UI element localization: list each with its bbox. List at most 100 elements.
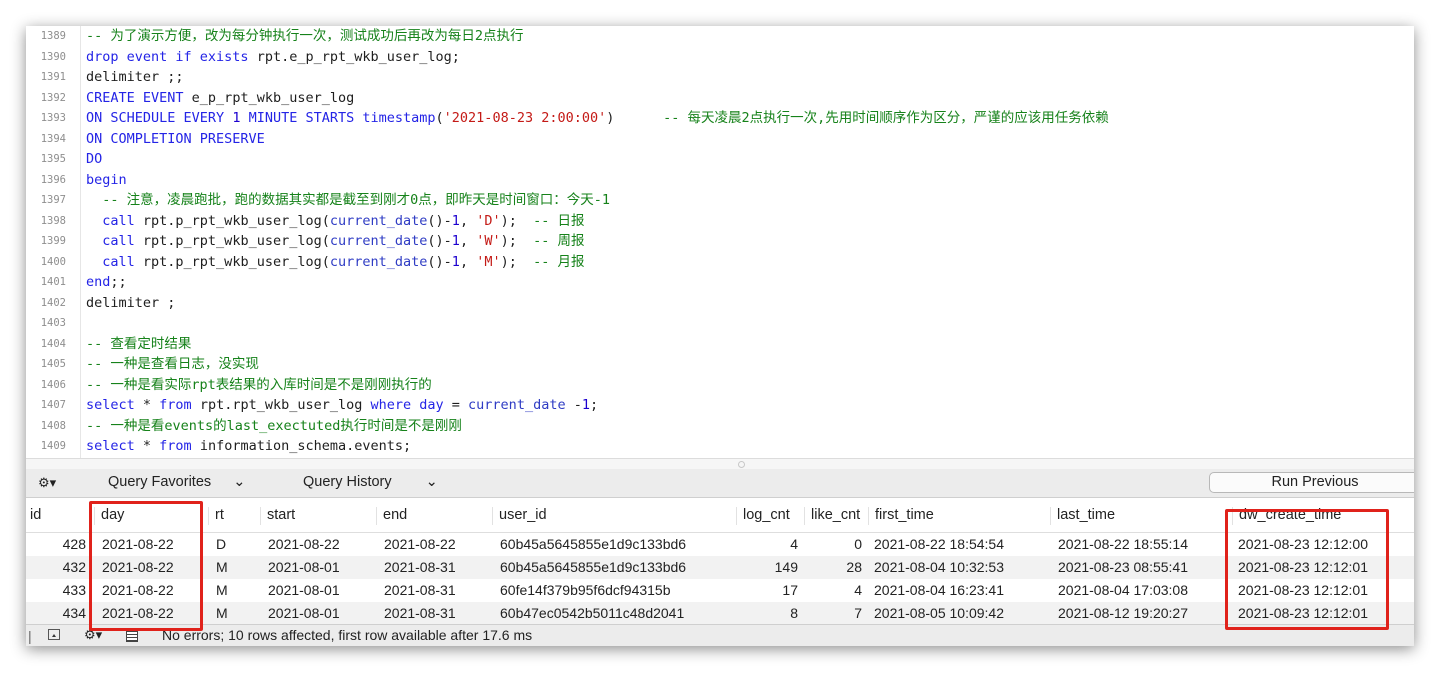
table-cell-log-cnt: 8 <box>790 605 798 621</box>
code-token: ( <box>435 110 444 126</box>
code-token: current_date <box>329 253 428 270</box>
column-header-user-id[interactable]: user_id <box>492 507 547 525</box>
table-row[interactable]: 428 2021-08-22 D 2021-08-22 2021-08-22 60b45a… <box>26 533 1414 556</box>
code-token: current_date <box>468 397 566 413</box>
code-token: , <box>459 212 477 229</box>
table-cell-id: 434 <box>62 605 86 621</box>
code-text: call rpt.p_rpt_wkb_user_log(current_date… <box>86 231 584 252</box>
column-header-last-time[interactable]: last_time <box>1050 507 1115 525</box>
table-cell-last-time: 2021-08-12 19:20:27 <box>1058 605 1188 621</box>
code-token: 'D' <box>476 212 501 229</box>
code-line: 1409 select * from information_schema.eve… <box>26 436 1414 457</box>
code-line: 1397 -- 注意，凌晨跑批，跑的数据其实都是截至到刚才0点，即昨天是时间窗口… <box>26 190 1414 211</box>
run-previous-button[interactable]: Run Previous <box>1209 472 1414 493</box>
code-line: 1404 -- 查看定时结果 <box>26 334 1414 355</box>
column-header-id[interactable]: id <box>26 507 41 525</box>
code-token: information_schema.events; <box>191 438 412 454</box>
status-message: No errors; 10 rows affected, first row a… <box>162 627 533 643</box>
arrow-up-icon <box>52 634 56 637</box>
code-line: 1389 -- 为了演示方便，改为每分钟执行一次，测试成功后再改为每日2点执行 <box>26 26 1414 47</box>
line-number: 1409 <box>40 440 66 452</box>
table-cell-log-cnt: 4 <box>790 536 798 552</box>
sql-editor[interactable]: 1389 -- 为了演示方便，改为每分钟执行一次，测试成功后再改为每日2点执行 13… <box>26 26 1414 458</box>
highlight-box-dw-create-time <box>1225 509 1389 630</box>
table-cell-last-time: 2021-08-04 17:03:08 <box>1058 582 1188 598</box>
table-row[interactable]: 434 2021-08-22 M 2021-08-01 2021-08-31 60b47e… <box>26 602 1414 625</box>
table-cell-first-time: 2021-08-04 16:23:41 <box>874 582 1004 598</box>
code-token: rpt.rpt_wkb_user_log <box>191 397 371 413</box>
table-cell-rt: M <box>216 605 228 621</box>
toggle-panel-icon[interactable] <box>48 629 60 640</box>
code-token: ()- <box>427 233 452 249</box>
code-token: , <box>459 253 477 270</box>
column-header-start[interactable]: start <box>260 507 295 525</box>
column-header-end[interactable]: end <box>376 507 407 525</box>
column-header-like-cnt[interactable]: like_cnt <box>804 507 860 525</box>
query-history-button[interactable]: Query History ⌄ <box>303 474 438 490</box>
table-cell-user-id: 60fe14f379b95f6dcf94315b <box>500 582 671 598</box>
code-token: -- 月报 <box>533 253 585 270</box>
code-token: ()- <box>427 212 452 229</box>
code-text: ON SCHEDULE EVERY 1 MINUTE STARTS timest… <box>86 108 1109 129</box>
table-cell-id: 428 <box>62 536 86 552</box>
table-cell-log-cnt: 149 <box>774 559 798 575</box>
code-line: 1405 -- 一种是查看日志，没实现 <box>26 354 1414 375</box>
code-token: 1 <box>581 397 590 413</box>
code-line: 1392 CREATE EVENT e_p_rpt_wkb_user_log <box>26 88 1414 109</box>
code-line: 1402 delimiter ; <box>26 293 1414 314</box>
line-number: 1398 <box>40 214 66 227</box>
code-token: CREATE EVENT <box>86 89 184 106</box>
table-cell-first-time: 2021-08-05 10:09:42 <box>874 605 1004 621</box>
code-token: '2021-08-23 2:00:00' <box>443 110 607 126</box>
table-cell-id: 433 <box>62 582 86 598</box>
code-token: , <box>459 233 477 249</box>
table-cell-start: 2021-08-01 <box>268 559 340 575</box>
code-text: -- 一种是查看日志，没实现 <box>86 354 259 375</box>
line-number: 1399 <box>40 235 66 247</box>
query-history-label: Query History <box>303 474 392 490</box>
status-bar: | ⚙▾ No errors; 10 rows affected, first … <box>26 624 1414 646</box>
query-favorites-button[interactable]: Query Favorites ⌄ <box>108 474 245 490</box>
code-text: DO <box>86 149 102 170</box>
line-number: 1403 <box>40 317 66 329</box>
code-text: end;; <box>86 272 127 293</box>
line-number: 1391 <box>40 71 66 83</box>
table-row[interactable]: 432 2021-08-22 M 2021-08-01 2021-08-31 60b45a… <box>26 556 1414 579</box>
code-token: ); <box>500 212 534 229</box>
code-line: 1390 drop event if exists rpt.e_p_rpt_wkb… <box>26 47 1414 68</box>
table-cell-rt: D <box>216 536 227 552</box>
table-cell-like-cnt: 7 <box>854 605 862 621</box>
code-token: ()- <box>427 253 452 270</box>
table-row[interactable]: 433 2021-08-22 M 2021-08-01 2021-08-31 60fe14… <box>26 579 1414 602</box>
code-line: 1406 -- 一种是看实际rpt表结果的入库时间是不是刚刚执行的 <box>26 375 1414 396</box>
code-token: ; <box>590 397 599 413</box>
code-token: MINUTE STARTS timestamp <box>240 110 436 126</box>
code-token: select <box>86 397 135 413</box>
table-cell-end: 2021-08-22 <box>384 536 456 552</box>
code-line: 1393 ON SCHEDULE EVERY 1 MINUTE STARTS ti… <box>26 108 1414 129</box>
code-token: -- 查看定时结果 <box>86 335 192 352</box>
column-header-first-time[interactable]: first_time <box>868 507 934 525</box>
column-header-rt[interactable]: rt <box>208 507 224 525</box>
code-token: = <box>443 397 469 413</box>
table-cell-like-cnt: 0 <box>854 536 862 552</box>
gear-menu-icon[interactable]: ⚙▾ <box>38 475 56 491</box>
column-header-log-cnt[interactable]: log_cnt <box>736 507 790 525</box>
chevron-down-icon: ⌄ <box>425 474 438 490</box>
code-token: call <box>86 212 135 229</box>
line-number: 1392 <box>40 91 66 104</box>
code-text: call rpt.p_rpt_wkb_user_log(current_date… <box>86 252 585 273</box>
code-token: 'M' <box>476 253 501 270</box>
code-token: current_date <box>329 212 428 229</box>
line-number: 1404 <box>40 337 66 350</box>
code-token: - <box>565 397 582 413</box>
code-token: -- 每天凌晨2点执行一次,先用时间顺序作为区分，严谨的应该用任务依赖 <box>663 110 1109 126</box>
code-token: DO <box>86 151 103 167</box>
splitter-handle[interactable] <box>738 461 745 468</box>
code-token: * <box>134 438 160 454</box>
table-cell-user-id: 60b45a5645855e1d9c133bd6 <box>500 559 687 575</box>
line-number: 1393 <box>40 112 66 124</box>
code-token: where day <box>370 397 444 413</box>
table-cell-first-time: 2021-08-22 18:54:54 <box>874 536 1004 552</box>
code-token: from <box>159 438 192 454</box>
